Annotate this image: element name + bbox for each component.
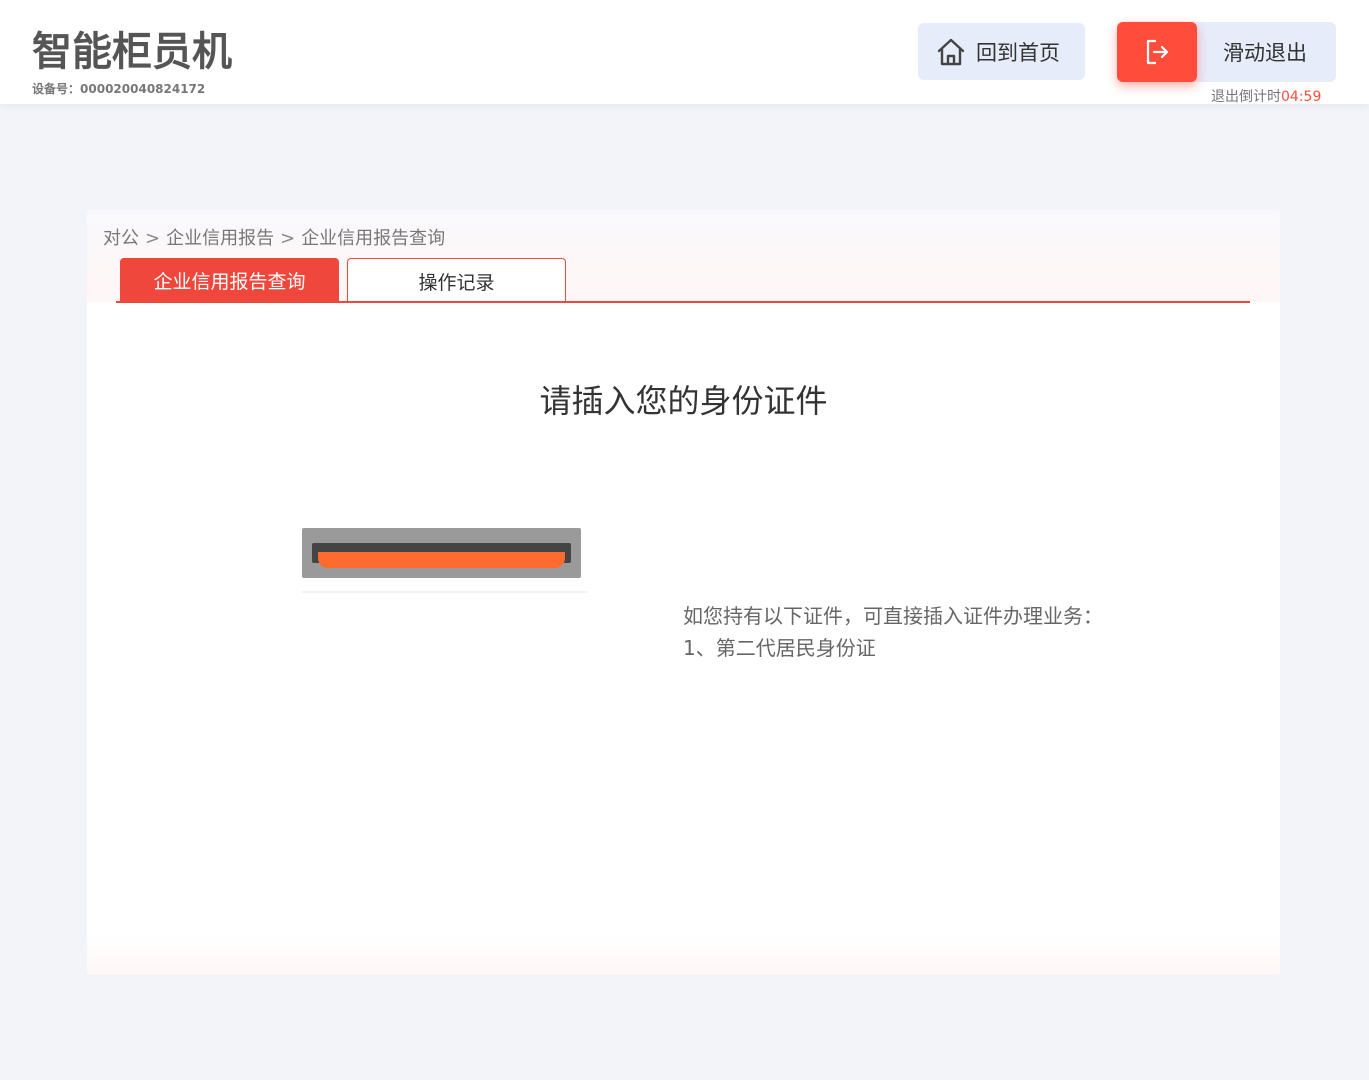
header-bar: 智能柜员机 设备号：000020040824172 回到首页 滑动退出 (0, 0, 1369, 104)
id-card-graphic (318, 552, 565, 568)
card-slot-shadow (302, 591, 587, 593)
card-slot-illustration (302, 528, 581, 578)
device-number: 000020040824172 (80, 82, 206, 96)
main-card: 对公 > 企业信用报告 > 企业信用报告查询 企业信用报告查询 操作记录 请插入您的身份… (87, 210, 1280, 975)
home-icon (937, 38, 965, 65)
slide-exit-control[interactable]: 滑动退出 (1117, 22, 1336, 82)
countdown-label: 退出倒计时 (1211, 89, 1281, 105)
tab-credit-report-query[interactable]: 企业信用报告查询 (120, 258, 339, 302)
breadcrumb-item[interactable]: 企业信用报告 (166, 228, 274, 249)
countdown-time: 04:59 (1281, 89, 1322, 105)
exit-countdown: 退出倒计时04:59 (1211, 86, 1321, 106)
app-title: 智能柜员机 (32, 29, 232, 75)
exit-icon (1146, 39, 1169, 65)
slide-exit-label: 滑动退出 (1223, 41, 1307, 65)
home-button-label: 回到首页 (976, 40, 1060, 65)
tab-operation-records[interactable]: 操作记录 (347, 258, 566, 302)
instruction-line: 1、第二代居民身份证 (683, 636, 876, 660)
breadcrumb-item[interactable]: 对公 (103, 228, 139, 249)
breadcrumb: 对公 > 企业信用报告 > 企业信用报告查询 (103, 224, 445, 250)
breadcrumb-item-current: 企业信用报告查询 (301, 228, 446, 249)
home-button[interactable]: 回到首页 (918, 23, 1085, 80)
card-footer-area (87, 935, 1280, 975)
breadcrumb-separator: > (145, 228, 161, 249)
tab-underline (116, 301, 1250, 303)
id-instructions: 如您持有以下证件，可直接插入证件办理业务： 1、第二代居民身份证 (683, 600, 1103, 664)
device-label: 设备号： (32, 82, 81, 96)
slide-exit-handle[interactable] (1117, 22, 1197, 82)
device-id: 设备号：000020040824172 (32, 80, 205, 97)
insert-id-prompt: 请插入您的身份证件 (539, 382, 828, 420)
instruction-line: 如您持有以下证件，可直接插入证件办理业务： (683, 604, 1103, 628)
breadcrumb-separator: > (280, 228, 296, 249)
